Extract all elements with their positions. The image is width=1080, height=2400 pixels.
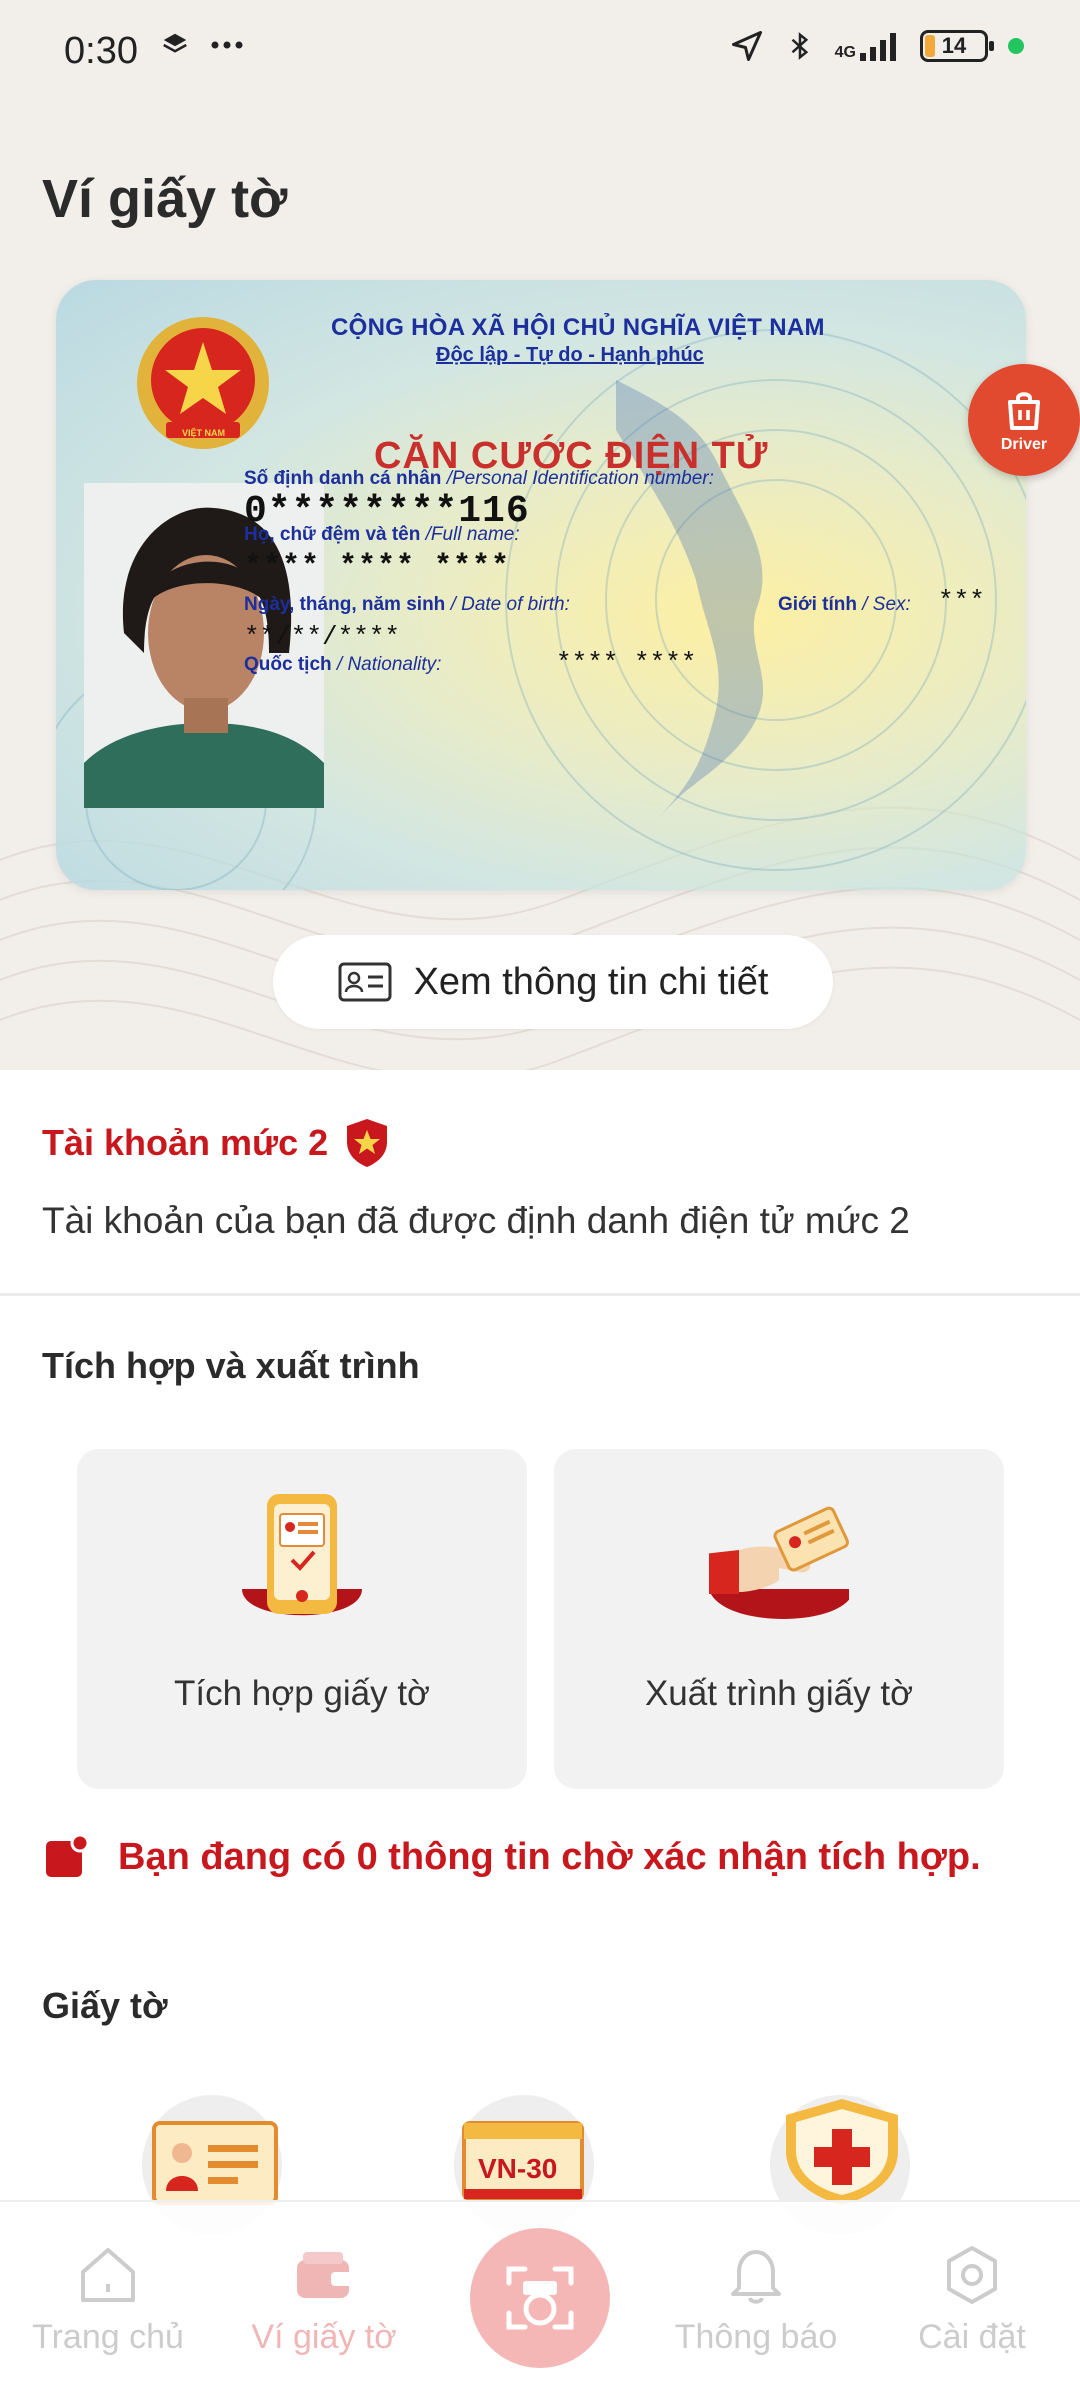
notification-dot-icon bbox=[46, 1835, 88, 1877]
pending-integration-text: Bạn đang có 0 thông tin chờ xác nhận tíc… bbox=[118, 1835, 981, 1878]
nav-home[interactable]: Trang chủ bbox=[0, 2242, 216, 2357]
card-country-line1: CỘNG HÒA XÃ HỘI CHỦ NGHĨA VIỆT NAM bbox=[331, 314, 825, 341]
full-name-value: **** **** **** bbox=[244, 550, 511, 584]
hand-card-icon bbox=[709, 1506, 849, 1619]
dob-label: Ngày, tháng, năm sinh / Date of birth: bbox=[244, 594, 570, 615]
document-health-insurance[interactable] bbox=[770, 2085, 920, 2235]
verified-shield-icon bbox=[347, 1119, 388, 1167]
location-arrow-icon bbox=[731, 31, 762, 61]
shopping-bag-icon bbox=[1008, 392, 1040, 430]
nav-wallet-label: Ví giấy tờ bbox=[251, 2318, 397, 2356]
card-country-line2: Độc lập - Tự do - Hạnh phúc bbox=[436, 344, 704, 366]
network-label: 4G bbox=[834, 44, 856, 61]
battery-icon: 14 bbox=[920, 30, 994, 62]
present-documents-label: Xuất trình giấy tờ bbox=[644, 1674, 914, 1713]
nav-notifications[interactable]: Thông báo bbox=[648, 2242, 864, 2357]
page-title: Ví giấy tờ bbox=[42, 169, 288, 229]
nav-wallet[interactable]: Ví giấy tờ bbox=[216, 2242, 432, 2357]
view-details-button[interactable]: Xem thông tin chi tiết bbox=[273, 935, 833, 1029]
integrate-documents-label: Tích hợp giấy tờ bbox=[173, 1674, 430, 1713]
integration-section-title: Tích hợp và xuất trình bbox=[42, 1345, 420, 1386]
emblem-text: VIỆT NAM bbox=[182, 428, 226, 438]
health-shield-icon bbox=[786, 2099, 898, 2205]
document-vehicle-registration[interactable]: VN-30 bbox=[454, 2085, 604, 2235]
pending-integration-notice[interactable]: Bạn đang có 0 thông tin chờ xác nhận tíc… bbox=[44, 1835, 981, 1879]
id-card-doc-icon bbox=[152, 2121, 278, 2205]
bell-icon bbox=[731, 2250, 781, 2304]
documents-section-title: Giấy tờ bbox=[42, 1985, 168, 2026]
view-details-label: Xem thông tin chi tiết bbox=[413, 960, 769, 1003]
integrate-documents-tile[interactable]: Tích hợp giấy tờ bbox=[77, 1449, 527, 1789]
driver-badge-button[interactable]: Driver bbox=[968, 364, 1080, 476]
id-card[interactable]: VIỆT NAM CỘNG HÒA XÃ HỘI CHỦ NGHĨA VIỆT … bbox=[56, 280, 1026, 890]
nav-settings[interactable]: Cài đặt bbox=[864, 2242, 1080, 2357]
nav-home-label: Trang chủ bbox=[32, 2318, 184, 2356]
bluetooth-icon bbox=[791, 32, 808, 60]
account-level-title: Tài khoản mức 2 bbox=[42, 1117, 390, 1169]
signal-icon bbox=[860, 33, 896, 61]
privacy-indicator bbox=[1008, 38, 1024, 54]
driver-badge-label: Driver bbox=[1000, 436, 1048, 453]
nationality-value: **** **** bbox=[556, 648, 697, 678]
home-icon bbox=[81, 2248, 135, 2302]
layers-icon bbox=[163, 33, 187, 53]
nav-notifications-label: Thông báo bbox=[674, 2318, 838, 2356]
account-level-text: Tài khoản mức 2 bbox=[42, 1122, 329, 1163]
more-icon bbox=[211, 41, 243, 49]
wallet-icon bbox=[297, 2252, 353, 2298]
vehicle-plate-text: VN-30 bbox=[478, 2153, 558, 2184]
id-number-label: Số định danh cá nhân /Personal Identific… bbox=[244, 468, 714, 489]
full-name-label: Họ, chữ đệm và tên /Full name: bbox=[244, 524, 520, 545]
present-documents-tile[interactable]: Xuất trình giấy tờ bbox=[554, 1449, 1004, 1789]
status-bar: 0:30 4G 14 bbox=[0, 0, 1080, 104]
nationality-label: Quốc tịch / Nationality: bbox=[244, 654, 442, 675]
settings-icon bbox=[947, 2246, 997, 2304]
scan-icon bbox=[506, 2266, 574, 2330]
scan-button[interactable] bbox=[470, 2228, 610, 2368]
status-time: 0:30 bbox=[64, 30, 138, 72]
sex-label: Giới tính / Sex: bbox=[778, 594, 911, 615]
document-id-card[interactable] bbox=[142, 2085, 292, 2235]
section-divider bbox=[0, 1293, 1080, 1296]
phone-document-icon bbox=[242, 1494, 362, 1616]
account-level-description: Tài khoản của bạn đã được định danh điện… bbox=[42, 1200, 910, 1241]
sex-value: *** bbox=[938, 586, 985, 616]
id-card-icon bbox=[338, 962, 392, 1002]
nav-settings-label: Cài đặt bbox=[918, 2318, 1026, 2356]
dob-value: **/**/**** bbox=[244, 622, 401, 652]
